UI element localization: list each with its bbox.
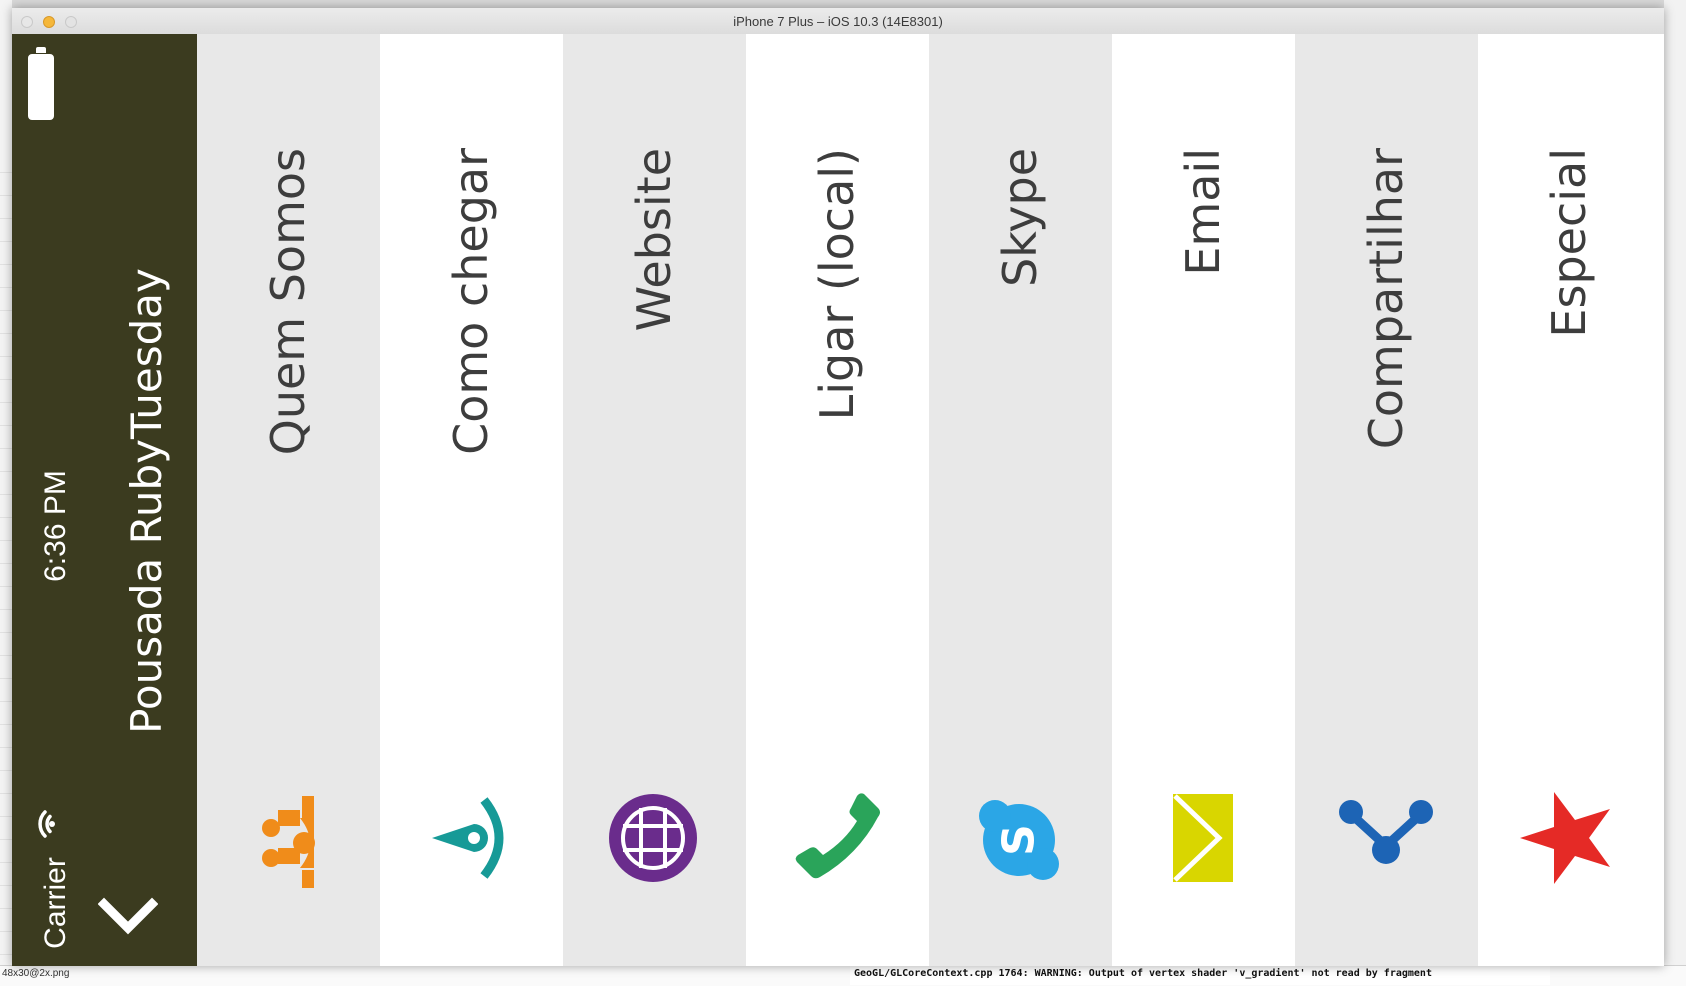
star-icon [1516, 788, 1616, 888]
menu-item-label: Quem Somos [261, 148, 315, 456]
menu-item-label: Como chegar [444, 148, 498, 455]
chevron-down-icon[interactable] [97, 896, 159, 936]
map-pin-icon [422, 788, 522, 888]
battery-tip [36, 47, 46, 53]
menu-item-label: Skype [993, 148, 1047, 287]
menu-item-quem-somos[interactable]: Quem Somos [197, 34, 380, 966]
menu-item-skype[interactable]: Skype S [929, 34, 1112, 966]
phone-icon [788, 788, 888, 888]
menu-item-ligar-local[interactable]: Ligar (local) [746, 34, 929, 966]
window-title: iPhone 7 Plus – iOS 10.3 (14E8301) [733, 14, 943, 29]
menu-item-como-chegar[interactable]: Como chegar [380, 34, 563, 966]
menu-item-label: Especial [1542, 148, 1596, 338]
app-header: 6:36 PM Pousada RubyTuesday Carrier [12, 34, 197, 966]
battery-icon [28, 54, 54, 120]
skype-icon: S [969, 790, 1069, 890]
menu-item-especial[interactable]: Especial [1478, 34, 1664, 966]
wifi-icon [28, 804, 68, 844]
window-titlebar: iPhone 7 Plus – iOS 10.3 (14E8301) [12, 8, 1664, 35]
debug-console-line: GeoGL/GLCoreContext.cpp 1764: WARNING: O… [850, 965, 1550, 985]
menu-item-label: Ligar (local) [810, 148, 864, 421]
people-icon [238, 788, 338, 888]
menu-item-label: Email [1176, 148, 1230, 276]
share-icon [1336, 784, 1436, 884]
menu-item-email[interactable]: Email [1112, 34, 1295, 966]
xcode-navigator-rows [0, 150, 12, 970]
globe-icon [603, 788, 703, 888]
svg-text:S: S [994, 824, 1045, 856]
menu-item-website[interactable]: Website [563, 34, 746, 966]
menu-item-compartilhar[interactable]: Compartilhar [1295, 34, 1478, 966]
app-title: Pousada RubyTuesday [122, 268, 171, 734]
status-time: 6:36 PM [39, 470, 72, 582]
status-carrier: Carrier [39, 857, 72, 949]
menu-item-label: Website [627, 148, 681, 332]
envelope-icon [1153, 788, 1253, 888]
xcode-inspector-strip [1664, 0, 1686, 985]
navigator-file-label[interactable]: 48x30@2x.png [0, 968, 152, 985]
device-screen: 6:36 PM Pousada RubyTuesday Carrier Quem… [12, 34, 1664, 966]
menu-item-label: Compartilhar [1359, 148, 1413, 450]
simulator-window: iPhone 7 Plus – iOS 10.3 (14E8301) 6:36 … [12, 8, 1664, 966]
